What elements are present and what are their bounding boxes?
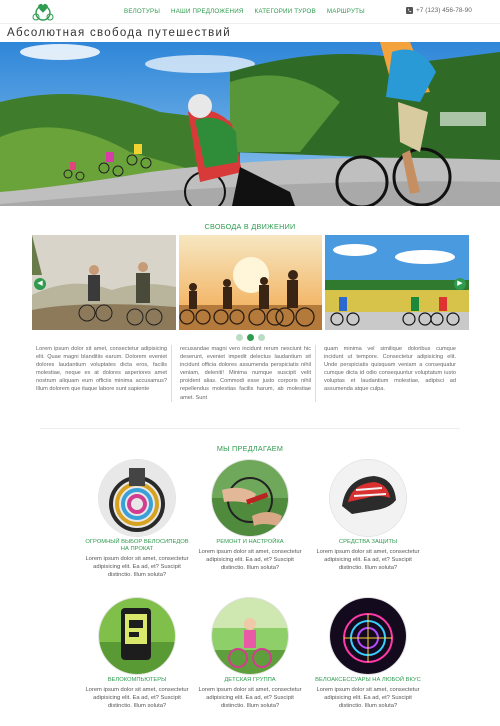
carousel-next-button[interactable]: ▶ [454, 278, 466, 290]
page-title: Абсолютная свобода путешествий [7, 27, 231, 39]
carousel-prev-button[interactable]: ◀ [34, 278, 46, 290]
slide-image-field-riders [325, 235, 470, 330]
offer-card[interactable]: Велокомпьютеры Lorem ipsum dolor sit ame… [82, 598, 192, 711]
offer-text: Lorem ipsum dolor sit amet, consectetur … [85, 556, 189, 579]
offer-image-bike-computer [99, 598, 175, 674]
slide-image-misty-hills [32, 235, 176, 330]
offer-card[interactable]: Велоаксессуары на любой вкус Lorem ipsum… [313, 598, 423, 711]
carousel-slide[interactable] [178, 235, 323, 330]
offer-text: Lorem ipsum dolor sit amet, consectetur … [198, 687, 302, 710]
offer-title[interactable]: Огромный выбор велосипедов на прокат [82, 539, 192, 553]
section-title-freedom: Свобода в движении [204, 222, 296, 231]
carousel-slide[interactable] [32, 235, 176, 330]
offer-card[interactable]: Средства защиты Lorem ipsum dolor sit am… [313, 460, 423, 573]
offer-title[interactable]: Велокомпьютеры [82, 677, 192, 684]
offer-card[interactable]: Огромный выбор велосипедов на прокат Lor… [82, 460, 192, 580]
offer-text: Lorem ipsum dolor sit amet, consectetur … [198, 549, 302, 572]
logo-icon[interactable] [30, 2, 56, 22]
text-column: quam minima vel similique doloribus cumq… [324, 346, 456, 393]
offer-title[interactable]: Велоаксессуары на любой вкус [313, 677, 423, 684]
offer-image-repair [212, 460, 288, 536]
offer-title[interactable]: Ремонт и настройка [195, 539, 305, 546]
carousel [32, 235, 470, 330]
nav-item-categories[interactable]: Категории туров [255, 8, 316, 15]
text-column: Lorem ipsum dolor sit amet, consectetur … [32, 345, 172, 402]
phone-contact: +7 (123) 456-78-90 [406, 7, 472, 14]
offer-image-helmet [330, 460, 406, 536]
arrow-right-icon: ▶ [457, 280, 463, 287]
phone-number[interactable]: +7 (123) 456-78-90 [416, 7, 472, 14]
main-nav: Велотуры Наши предложения Категории туро… [124, 8, 365, 15]
hero-cyclists-image [0, 42, 500, 206]
top-bar: Велотуры Наши предложения Категории туро… [0, 0, 500, 24]
offer-text: Lorem ipsum dolor sit amet, consectetur … [85, 687, 189, 710]
hero-banner [0, 42, 500, 206]
carousel-slide[interactable] [325, 235, 470, 330]
offer-image-bikes [99, 460, 175, 536]
offer-card[interactable]: Ремонт и настройка Lorem ipsum dolor sit… [195, 460, 305, 573]
offer-title[interactable]: Детская группа [195, 677, 305, 684]
carousel-dot[interactable] [258, 334, 265, 341]
offer-text: Lorem ipsum dolor sit amet, consectetur … [316, 549, 420, 572]
nav-item-routes[interactable]: Маршруты [327, 8, 365, 15]
section-title-offers: Мы предлагаем [216, 444, 284, 453]
offer-card[interactable]: Детская группа Lorem ipsum dolor sit ame… [195, 598, 305, 711]
nav-item-velotury[interactable]: Велотуры [124, 8, 160, 15]
phone-icon [406, 7, 413, 14]
carousel-dot[interactable] [236, 334, 243, 341]
slide-image-sunset-riders [178, 235, 323, 330]
offer-text: Lorem ipsum dolor sit amet, consectetur … [316, 687, 420, 710]
offer-title[interactable]: Средства защиты [313, 539, 423, 546]
text-columns: Lorem ipsum dolor sit amet, consectetur … [32, 345, 472, 402]
section-divider [40, 428, 460, 429]
text-column: recusandae magni vero incidunt rerum nes… [176, 345, 316, 402]
carousel-dot-active[interactable] [247, 334, 254, 341]
nav-item-offers[interactable]: Наши предложения [171, 8, 244, 15]
offer-image-kids [212, 598, 288, 674]
offer-image-accessories [330, 598, 406, 674]
carousel-dots [236, 334, 265, 341]
arrow-left-icon: ◀ [37, 280, 43, 287]
